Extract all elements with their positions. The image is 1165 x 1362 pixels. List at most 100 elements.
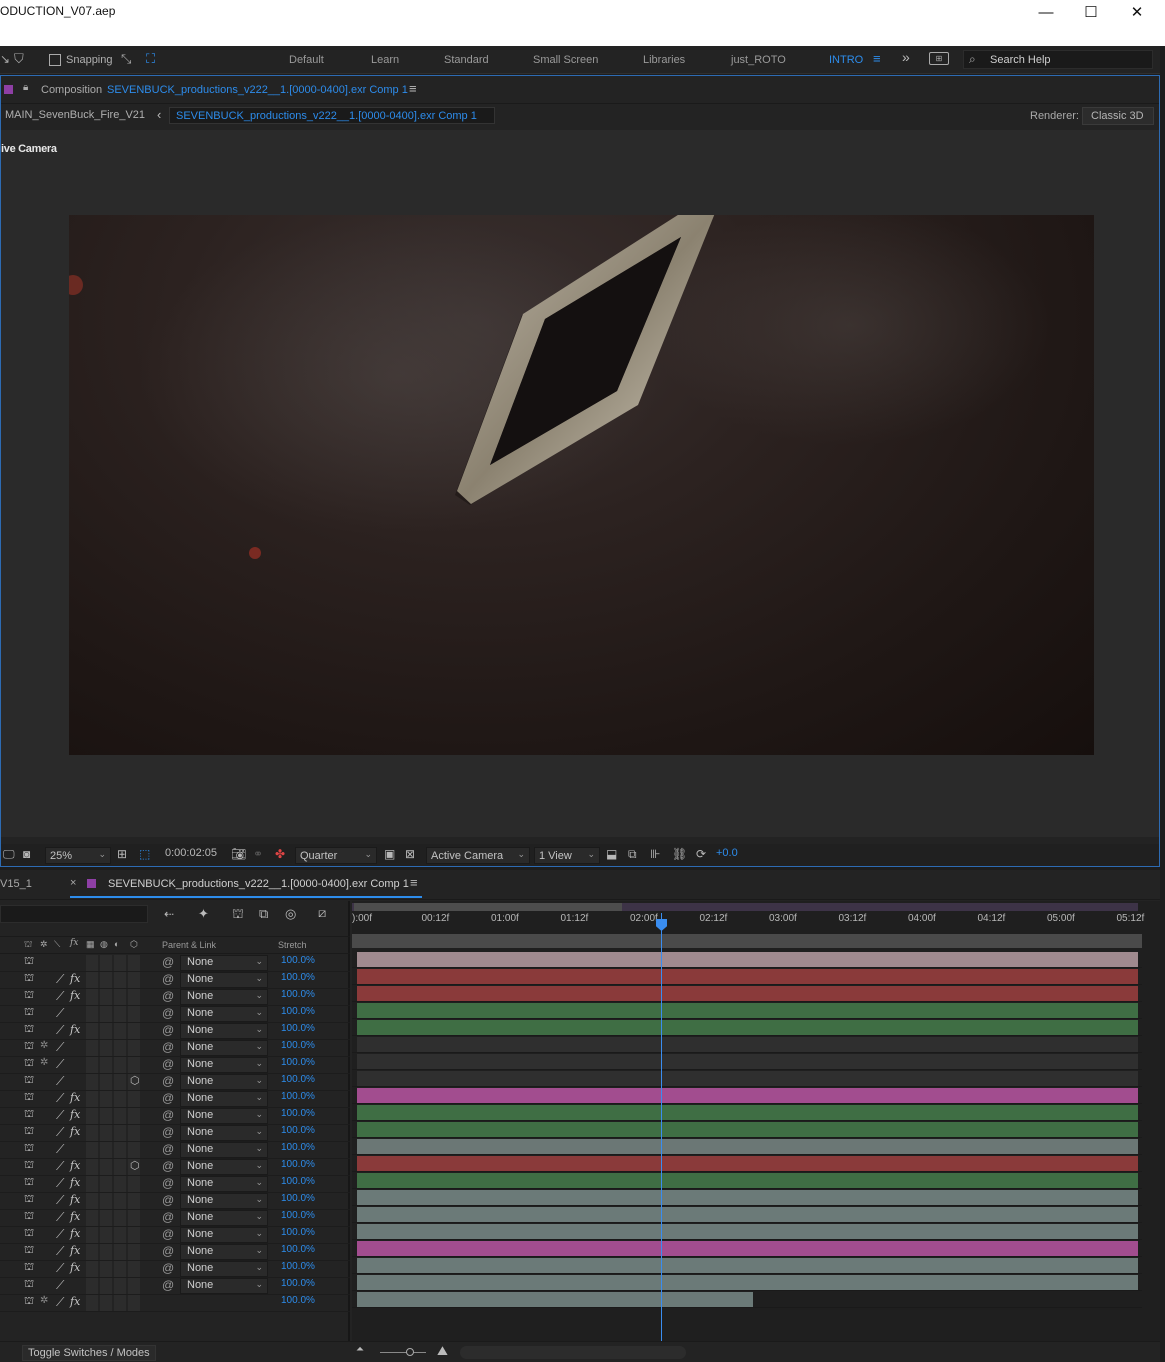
shy-icon[interactable]: ⛫	[24, 1074, 34, 1090]
snap-features-icon[interactable]: ⛶	[146, 51, 155, 67]
goggles-icon[interactable]: ◙	[23, 847, 30, 864]
switch-box[interactable]	[128, 955, 140, 971]
switch-box[interactable]	[86, 1193, 98, 1209]
quality-icon[interactable]: ⟋	[56, 1125, 64, 1141]
effects-icon[interactable]: fx	[70, 1244, 80, 1260]
switch-box[interactable]	[114, 1210, 126, 1226]
switch-box[interactable]	[100, 1091, 112, 1107]
switch-box[interactable]	[100, 1040, 112, 1056]
workspace-intro[interactable]: INTRO	[829, 54, 863, 66]
stretch-value[interactable]: 100.0%	[281, 1244, 315, 1260]
stretch-value[interactable]: 100.0%	[281, 1210, 315, 1226]
pick-whip-icon[interactable]: @	[162, 1040, 174, 1056]
layer-row[interactable]: ⛫ @ None ⌄ 100.0%	[0, 955, 350, 972]
workspace-switch-icon[interactable]: ⊞	[929, 52, 949, 65]
workspace-libraries[interactable]: Libraries	[643, 54, 685, 66]
switch-box[interactable]	[128, 1244, 140, 1260]
layer-duration-bar[interactable]	[357, 986, 1138, 1001]
track-row[interactable]	[352, 968, 1142, 985]
comp-viewer[interactable]: ive Camera	[1, 130, 1159, 837]
frame-blend-column-icon[interactable]: ▦	[86, 939, 95, 950]
quality-icon[interactable]: ⟋	[56, 1261, 64, 1277]
switch-box[interactable]	[128, 1278, 140, 1294]
layer-duration-bar[interactable]	[357, 1139, 1138, 1154]
search-help-field[interactable]: ⌕ Search Help	[963, 50, 1153, 69]
quality-icon[interactable]: ⟋	[56, 1244, 64, 1260]
switch-box[interactable]	[128, 1125, 140, 1141]
stretch-value[interactable]: 100.0%	[281, 1193, 315, 1209]
layer-duration-bar[interactable]	[357, 1224, 1138, 1239]
switch-box[interactable]	[128, 1142, 140, 1158]
stretch-value[interactable]: 100.0%	[281, 1261, 315, 1277]
parent-dropdown[interactable]: None ⌄	[180, 1074, 268, 1090]
switch-box[interactable]	[114, 1227, 126, 1243]
layer-duration-bar[interactable]	[357, 1054, 1138, 1069]
layer-row[interactable]: ⛫ ⟋ fx @ None ⌄ 100.0%	[0, 1023, 350, 1040]
view-dropdown[interactable]: Active Camera ⌄	[426, 847, 530, 864]
breadcrumb-current[interactable]: SEVENBUCK_productions_v222__1.[0000-0400…	[169, 107, 495, 124]
stretch-value[interactable]: 100.0%	[281, 1176, 315, 1192]
switch-box[interactable]	[128, 1227, 140, 1243]
quality-icon[interactable]: ⟋	[56, 1074, 64, 1090]
shy-icon[interactable]: ⛫	[24, 1278, 34, 1294]
parent-dropdown[interactable]: None ⌄	[180, 972, 268, 988]
parent-dropdown[interactable]: None ⌄	[180, 1125, 268, 1141]
switch-box[interactable]	[100, 1057, 112, 1073]
time-ruler[interactable]: ):00f 00:12f 01:00f 01:12f 02:00f 02:12f 03:00…	[352, 901, 1160, 934]
close-tab-icon[interactable]: ×	[70, 877, 76, 889]
switch-box[interactable]	[128, 1006, 140, 1022]
transparency-grid-icon[interactable]: ⊠	[405, 847, 415, 864]
switch-box[interactable]	[114, 1091, 126, 1107]
quality-icon[interactable]: ⟋	[56, 972, 64, 988]
parent-dropdown[interactable]: None ⌄	[180, 955, 268, 971]
track-row[interactable]	[352, 1206, 1142, 1223]
pick-whip-icon[interactable]: @	[162, 1108, 174, 1124]
quality-icon[interactable]: ⟋	[56, 1227, 64, 1243]
pick-whip-icon[interactable]: @	[162, 1074, 174, 1090]
shy-icon[interactable]: ⛫	[24, 989, 34, 1005]
close-button[interactable]: ✕	[1114, 0, 1160, 24]
shy-layers-icon[interactable]: ⛫	[232, 906, 244, 924]
stretch-value[interactable]: 100.0%	[281, 1023, 315, 1039]
switch-box[interactable]	[86, 1125, 98, 1141]
switch-box[interactable]	[114, 1295, 126, 1311]
track-row[interactable]	[352, 1172, 1142, 1189]
track-row[interactable]	[352, 1155, 1142, 1172]
track-row[interactable]	[352, 1274, 1142, 1291]
stretch-value[interactable]: 100.0%	[281, 1006, 315, 1022]
parent-dropdown[interactable]: None ⌄	[180, 1227, 268, 1243]
shy-column-icon[interactable]: ⛫	[24, 939, 32, 951]
layer-duration-bar[interactable]	[357, 952, 1138, 967]
tab-timeline-comp[interactable]: × SEVENBUCK_productions_v222__1.[0000-04…	[70, 874, 422, 898]
switch-box[interactable]	[114, 1278, 126, 1294]
parent-dropdown[interactable]: None ⌄	[180, 1159, 268, 1175]
layer-row[interactable]: ⛫ ⟋ ⬡ @ None ⌄ 100.0%	[0, 1074, 350, 1091]
track-row[interactable]	[352, 1036, 1142, 1053]
layer-duration-bar[interactable]	[357, 1190, 1138, 1205]
switch-box[interactable]	[114, 955, 126, 971]
parent-dropdown[interactable]: None ⌄	[180, 1193, 268, 1209]
pick-whip-icon[interactable]: @	[162, 1210, 174, 1226]
switch-box[interactable]	[86, 1159, 98, 1175]
maximize-button[interactable]: ☐	[1068, 0, 1114, 24]
layer-row[interactable]: ⛫ ⟋ fx @ None ⌄ 100.0%	[0, 1108, 350, 1125]
track-row[interactable]	[352, 1053, 1142, 1070]
layer-search-input[interactable]	[0, 905, 148, 923]
switch-box[interactable]	[114, 972, 126, 988]
pick-whip-icon[interactable]: @	[162, 1159, 174, 1175]
exposure-value[interactable]: +0.0	[716, 847, 738, 864]
switch-box[interactable]	[128, 1040, 140, 1056]
shy-icon[interactable]: ⛫	[24, 955, 34, 971]
layer-row[interactable]: ⛫ ⟋ @ None ⌄ 100.0%	[0, 1006, 350, 1023]
quality-icon[interactable]: ⟋	[56, 1057, 64, 1073]
stretch-value[interactable]: 100.0%	[281, 1278, 315, 1294]
pick-whip-icon[interactable]: @	[162, 1006, 174, 1022]
stretch-value[interactable]: 100.0%	[281, 972, 315, 988]
switch-box[interactable]	[100, 972, 112, 988]
quality-column-icon[interactable]: ⟍	[54, 939, 60, 950]
workspace-standard[interactable]: Standard	[444, 54, 489, 66]
work-area-range[interactable]	[354, 903, 622, 911]
layer-duration-bar[interactable]	[357, 1088, 1138, 1103]
motion-blur-icon[interactable]: ◎	[285, 906, 296, 922]
switch-box[interactable]	[114, 1244, 126, 1260]
